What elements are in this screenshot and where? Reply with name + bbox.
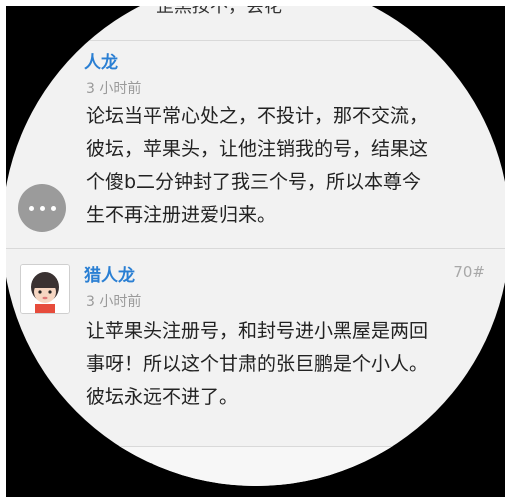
post-line: 个傻b二分钟封了我三个号，所以本尊今 bbox=[86, 171, 422, 193]
round-screen-mask: 罡黑按不，会花 人龙 3 小时前 论坛当平常心处之，不投计，那不交流， 彼坛，苹… bbox=[6, 6, 505, 486]
more-dots-icon[interactable] bbox=[18, 184, 66, 232]
post-line: 事呀！所以这个甘肃的张巨鹏是个小人。 bbox=[86, 353, 429, 375]
post-content: 论坛当平常心处之，不投计，那不交流， 彼坛，苹果头，让他注销我的号，结果这 个傻… bbox=[86, 100, 505, 232]
post-author[interactable]: 猎人龙 bbox=[84, 261, 135, 286]
post-content: 让苹果头注册号，和封号进小黑屋是两回 事呀！所以这个甘肃的张巨鹏是个小人。 彼坛… bbox=[86, 315, 505, 414]
post-time: 3 小时前 bbox=[86, 81, 142, 97]
reply-bar: 也说一句 bbox=[6, 446, 505, 486]
reply-input[interactable]: 也说一句 bbox=[78, 455, 154, 482]
post-line: 彼坛，苹果头，让他注销我的号，结果这 bbox=[86, 138, 429, 160]
post-line: 论坛当平常心处之，不投计，那不交流， bbox=[86, 105, 429, 127]
post-author[interactable]: 人龙 bbox=[84, 48, 118, 73]
post-item: 人龙 3 小时前 论坛当平常心处之，不投计，那不交流， 彼坛，苹果头，让他注销我… bbox=[6, 40, 505, 248]
floor-number: 70# bbox=[453, 263, 485, 281]
forum-thread-view: 罡黑按不，会花 人龙 3 小时前 论坛当平常心处之，不投计，那不交流， 彼坛，苹… bbox=[6, 6, 505, 486]
avatar-face-icon bbox=[21, 265, 69, 313]
post-line: 让苹果头注册号，和封号进小黑屋是两回 bbox=[86, 320, 429, 342]
avatar[interactable] bbox=[20, 264, 70, 314]
post-line: 生不再注册进爱归来。 bbox=[86, 204, 277, 226]
previous-post-tail: 罡黑按不，会花 bbox=[156, 6, 282, 17]
post-line: 彼坛永远不进了。 bbox=[86, 386, 239, 408]
post-item: 猎人龙 70# 3 小时前 让苹果头注册号，和封号进小黑屋是两回 事呀！所以这个… bbox=[6, 249, 505, 445]
phone-frame: 罡黑按不，会花 人龙 3 小时前 论坛当平常心处之，不投计，那不交流， 彼坛，苹… bbox=[6, 6, 505, 497]
post-time: 3 小时前 bbox=[86, 294, 142, 310]
